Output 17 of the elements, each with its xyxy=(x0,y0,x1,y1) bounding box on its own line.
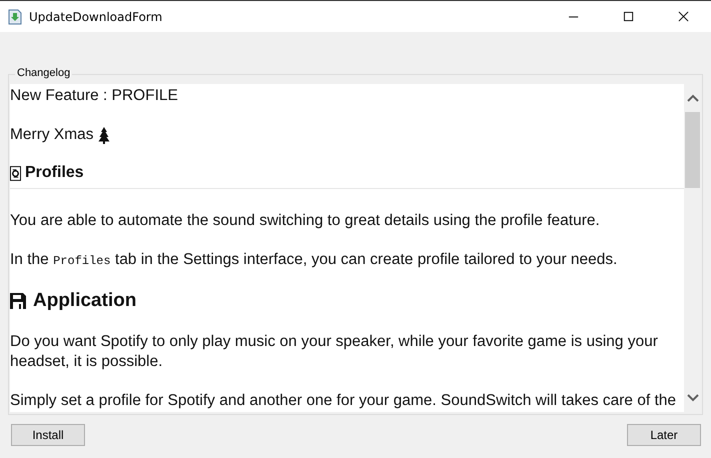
changelog-paragraph: In the Profiles tab in the Settings interface, you can create profile tailored to your needs. xyxy=(10,250,618,270)
scrollbar-thumb[interactable] xyxy=(685,112,700,188)
changelog-paragraph: Merry Xmas xyxy=(10,125,94,145)
window-title: UpdateDownloadForm xyxy=(29,10,164,24)
group-label: Changelog xyxy=(15,67,72,79)
changelog-paragraph: New Feature : PROFILE xyxy=(10,86,178,106)
tree-icon xyxy=(98,126,110,144)
scroll-down-icon[interactable] xyxy=(686,394,698,402)
install-button[interactable]: Install xyxy=(11,424,85,446)
app-icon xyxy=(8,8,22,24)
later-button[interactable]: Later xyxy=(627,424,701,446)
section-heading: Profiles xyxy=(25,164,84,182)
scroll-up-icon[interactable] xyxy=(686,94,698,102)
changelog-paragraph: Do you want Spotify to only play music on your speaker, while your favorite game is using your headset, it is possible. xyxy=(10,332,659,372)
changelog-paragraph: You are able to automate the sound switching to great details using the profile feature. xyxy=(10,211,600,231)
changelog-paragraph: Simply set a profile for Spotify and another one for your game. SoundSwitch will takes care of the xyxy=(10,391,676,411)
section-heading: Application xyxy=(33,290,136,312)
